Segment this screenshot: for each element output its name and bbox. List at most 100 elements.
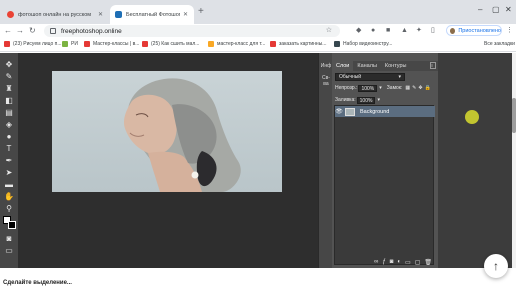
bookmark-item[interactable]: заказать картинны... [270, 41, 326, 47]
reload-icon[interactable]: ↻ [29, 25, 36, 37]
hand-icon[interactable]: ✋ [3, 191, 15, 202]
background-color-icon[interactable] [8, 221, 16, 229]
link-icon[interactable]: ∞ [374, 259, 378, 265]
extension-icon[interactable]: ● [371, 26, 375, 36]
layer-thumbnail [345, 107, 355, 116]
bookmark-item[interactable]: (23) Рисуем лицо п... [4, 41, 62, 47]
close-tab-icon[interactable]: ✕ [98, 11, 103, 18]
type-icon[interactable]: T [3, 143, 15, 154]
mask-icon[interactable]: ◙ [390, 259, 394, 265]
sidepanel-icon[interactable]: ▯ [431, 26, 435, 36]
close-tab-icon[interactable]: ✕ [183, 11, 188, 18]
opacity-row: Непрозр.: 100% ▾ Замок: ▦ ✎ ✥ 🔒 [335, 84, 435, 92]
omnibox[interactable]: freephotoshop.online ☆ [44, 25, 340, 37]
scroll-to-top-button[interactable]: ↑ [484, 254, 508, 278]
tab-title: фотошоп онлайн на русском [18, 11, 92, 18]
blend-mode-select[interactable]: Обычный ▾ [335, 73, 405, 81]
extension-icon[interactable]: ▲ [401, 26, 408, 36]
panel-menu-icon[interactable]: ≡ [430, 62, 436, 69]
scrollbar-thumb[interactable] [512, 98, 516, 133]
screen: фотошоп онлайн на русском ✕ Бесплатный Ф… [0, 0, 516, 290]
youtube-icon [142, 41, 148, 47]
move-icon[interactable]: ✥ [3, 59, 15, 70]
pen-icon[interactable]: ✒ [3, 155, 15, 166]
zoom-icon[interactable]: ⚲ [3, 203, 15, 214]
fill-label: Заливка: [335, 97, 356, 103]
canvas-area[interactable] [18, 53, 318, 268]
close-window-icon[interactable]: ✕ [505, 5, 512, 15]
minimize-icon[interactable]: – [478, 5, 482, 15]
photoshop-favicon-icon [115, 11, 122, 18]
site-info-icon[interactable] [50, 28, 56, 34]
editor-margin [438, 53, 512, 268]
forward-icon[interactable]: → [16, 25, 24, 37]
new-tab-button[interactable]: + [198, 7, 204, 17]
layers-panel: Слои Каналы Контуры ≡ Обычный ▾ Непрозр.… [332, 53, 438, 268]
bookmark-star-icon[interactable]: ☆ [326, 26, 332, 34]
info-tab[interactable]: Инф [320, 63, 332, 69]
maximize-icon[interactable]: ▢ [492, 5, 500, 15]
properties-tab[interactable]: Св-ва [320, 75, 332, 87]
tab-photoshop-search[interactable]: фотошоп онлайн на русском ✕ [2, 5, 109, 24]
site-icon [208, 41, 214, 47]
address-bar-row: ← → ↻ freephotoshop.online ☆ [0, 24, 516, 38]
new-layer-icon[interactable]: ▢ [415, 259, 421, 266]
shape-icon[interactable]: ▬ [3, 179, 15, 190]
google-favicon-icon [7, 11, 14, 18]
tab-title: Бесплатный Фотошоп Онлайн [126, 11, 180, 18]
fx-icon[interactable]: ƒ [382, 259, 385, 265]
gradient-icon[interactable]: ▤ [3, 107, 15, 118]
bookmark-item[interactable]: Мастер-классы | в... [84, 41, 139, 47]
stamp-icon[interactable]: ♜ [3, 83, 15, 94]
tab-paths[interactable]: Контуры [381, 61, 411, 71]
paint-bucket-icon[interactable]: ◈ [3, 119, 15, 130]
bookmark-item[interactable]: РИ [62, 41, 78, 47]
bookmark-item[interactable]: (25) Как сшить мал... [142, 41, 199, 47]
menu-icon[interactable]: ⋮ [506, 26, 513, 36]
eraser-icon[interactable]: ◧ [3, 95, 15, 106]
url-text: freephotoshop.online [61, 27, 122, 35]
fill-dropdown-icon[interactable]: ▾ [377, 97, 380, 103]
chevron-down-icon: ▾ [398, 74, 401, 80]
path-select-icon[interactable]: ➤ [3, 167, 15, 178]
visibility-eye-icon[interactable]: 👁 [335, 108, 343, 115]
tab-channels[interactable]: Каналы [353, 61, 381, 71]
layer-list: 👁 Background [334, 105, 435, 265]
dodge-icon[interactable]: ● [3, 131, 15, 142]
profile-label: Приостановлено [458, 27, 501, 34]
bookmark-item[interactable]: Набор видеоинстру... [334, 41, 392, 47]
opacity-dropdown-icon[interactable]: ▾ [379, 85, 382, 91]
fill-input[interactable]: 100% [356, 96, 376, 104]
page-heading: Сделайте выделение... [3, 280, 72, 286]
profile-button[interactable]: Приостановлено [446, 25, 502, 36]
extension-icon[interactable]: ◆ [356, 26, 361, 36]
bookmark-item[interactable]: мастер-класс для т... [208, 41, 265, 47]
mouse-cursor-highlight [465, 110, 479, 124]
layer-name: Background [360, 108, 390, 115]
quick-mask-icon[interactable]: ◙ [3, 233, 15, 244]
puzzle-icon[interactable]: ✦ [416, 26, 422, 36]
panel-dock: Инф Св-ва [318, 53, 332, 268]
brush-icon[interactable]: ✎ [3, 71, 15, 82]
opacity-label: Непрозр.: [335, 85, 358, 91]
back-icon[interactable]: ← [4, 25, 12, 37]
extension-icon[interactable]: ■ [386, 26, 390, 36]
lock-label: Замок: [386, 85, 403, 91]
opacity-input[interactable]: 100% [358, 84, 378, 92]
lock-move-icon[interactable]: ✥ [418, 85, 422, 91]
trash-icon[interactable]: 🗑 [424, 259, 432, 266]
layer-row[interactable]: 👁 Background [335, 106, 435, 117]
folder-icon[interactable]: ▭ [405, 259, 411, 266]
youtube-icon [4, 41, 10, 47]
tab-free-photoshop[interactable]: Бесплатный Фотошоп Онлайн ✕ [110, 5, 194, 24]
lock-all-icon[interactable]: 🔒 [425, 85, 431, 91]
lock-pixels-icon[interactable]: ▦ [405, 85, 410, 91]
panel-tabs: Слои Каналы Контуры ≡ [332, 61, 438, 71]
lock-brush-icon[interactable]: ✎ [412, 85, 416, 91]
document-image[interactable] [52, 71, 282, 192]
screen-mode-icon[interactable]: ▭ [3, 245, 15, 256]
adjust-icon[interactable]: ◐ [397, 259, 401, 265]
all-bookmarks[interactable]: Все закладки [484, 41, 515, 47]
page-scrollbar[interactable] [512, 53, 516, 268]
tab-layers[interactable]: Слои [332, 61, 354, 71]
